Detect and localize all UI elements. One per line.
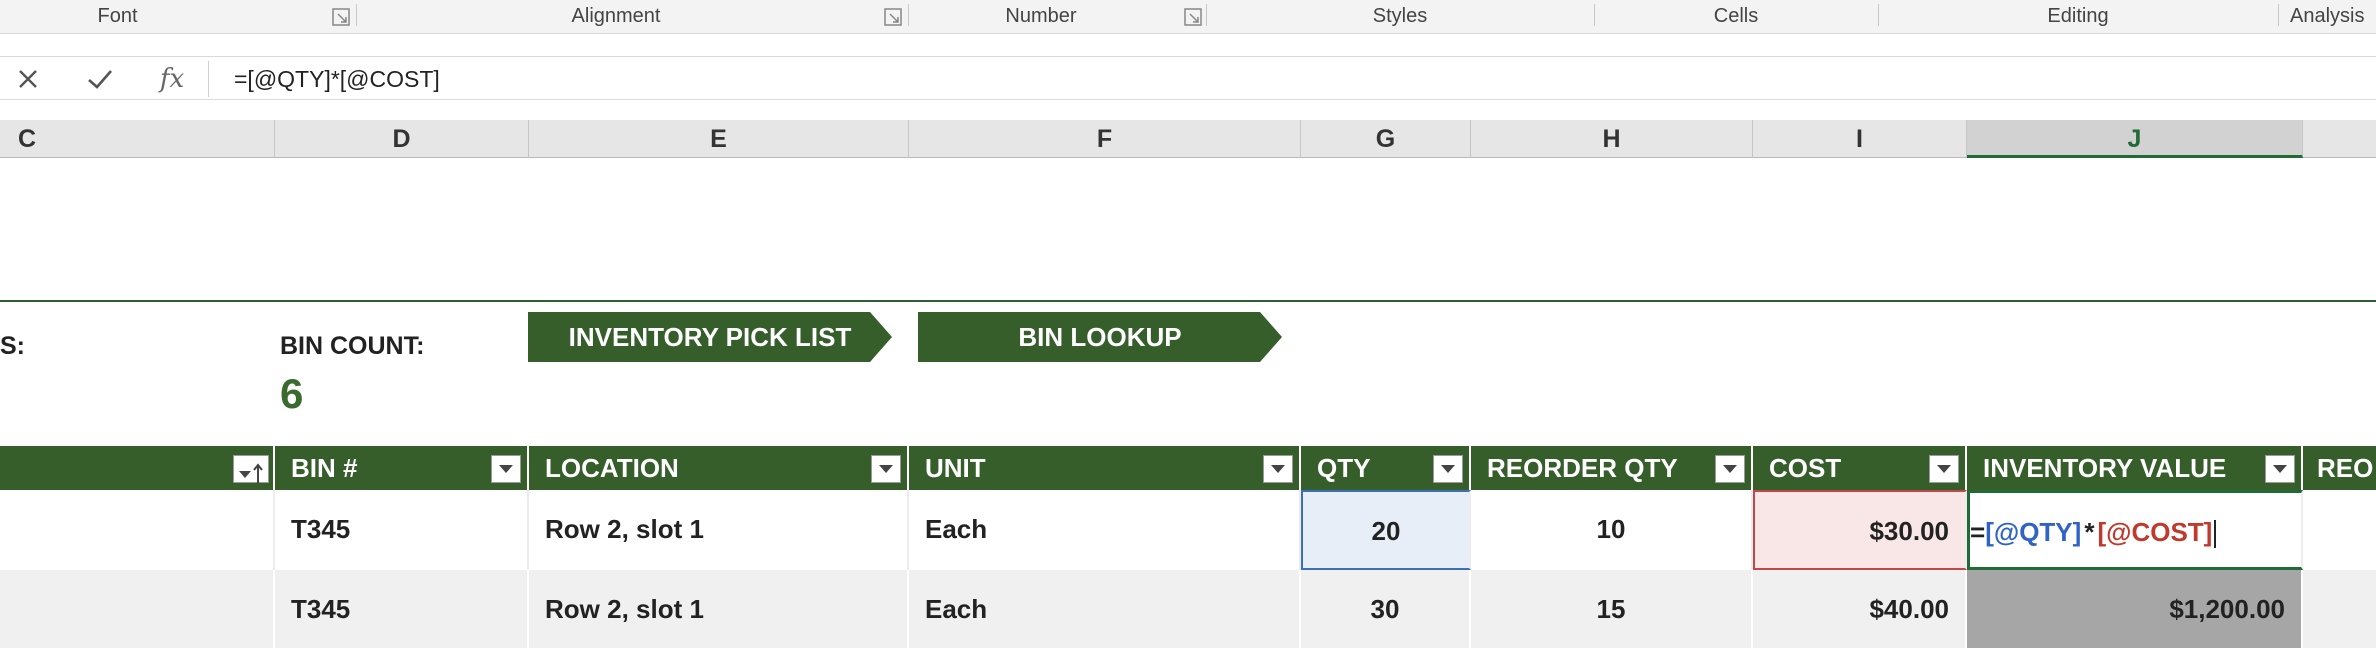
- table-cell-inventory-value-editing[interactable]: =[@QTY] * [@COST]: [1967, 490, 2303, 570]
- table-header-location: LOCATION: [529, 446, 909, 490]
- column-header-next[interactable]: [2303, 120, 2376, 158]
- table-header-inventory-value: INVENTORY VALUE: [1967, 446, 2303, 490]
- filter-dropdown-button[interactable]: [1929, 455, 1959, 483]
- table-cell[interactable]: [2303, 570, 2376, 648]
- section-divider: [0, 300, 2376, 302]
- filter-dropdown-button[interactable]: [1263, 455, 1293, 483]
- cancel-formula-button[interactable]: [8, 61, 48, 97]
- enter-formula-button[interactable]: [80, 61, 120, 97]
- table-cell[interactable]: [0, 570, 275, 648]
- ribbon-group-number: Number: [1005, 5, 1077, 27]
- table-cell-unit[interactable]: Each: [909, 490, 1301, 570]
- ribbon-group-alignment: Alignment: [571, 5, 661, 27]
- header-label: QTY: [1317, 453, 1371, 483]
- ribbon-group-font: Font: [97, 5, 138, 27]
- ribbon-separator: [2278, 4, 2279, 26]
- table-cell-cost-referenced[interactable]: $30.00: [1753, 490, 1967, 570]
- table-header-reorder-truncated: REO: [2303, 446, 2376, 490]
- table-header-bin: BIN #: [275, 446, 529, 490]
- sort-filter-button[interactable]: [233, 455, 269, 483]
- table-cell-reorder-qty[interactable]: 10: [1471, 490, 1753, 570]
- column-header-e[interactable]: E: [529, 120, 909, 158]
- table-cell-unit[interactable]: Each: [909, 570, 1301, 648]
- bin-lookup-button[interactable]: BIN LOOKUP: [918, 312, 1282, 362]
- formula-ref-cost: [@COST]: [2097, 517, 2213, 547]
- filter-dropdown-button[interactable]: [871, 455, 901, 483]
- ribbon-group-cells: Cells: [1713, 5, 1759, 27]
- header-label: COST: [1769, 453, 1842, 483]
- header-label: UNIT: [925, 453, 986, 483]
- insert-function-button[interactable]: fx: [152, 61, 192, 97]
- table-header-first: [0, 446, 275, 490]
- table-row: T345 Row 2, slot 1 Each 20 10 $30.00 =[@…: [0, 490, 2376, 570]
- filter-dropdown-button[interactable]: [1715, 455, 1745, 483]
- table-cell-cost[interactable]: $40.00: [1753, 570, 1967, 648]
- header-label: INVENTORY VALUE: [1983, 453, 2227, 483]
- close-icon: [19, 70, 37, 88]
- column-header-d[interactable]: D: [275, 120, 529, 158]
- table-header-unit: UNIT: [909, 446, 1301, 490]
- sort-descending-icon: [239, 463, 263, 483]
- filter-dropdown-button[interactable]: [2265, 455, 2295, 483]
- formula-bar: fx =[@QTY]*[@COST]: [0, 56, 2376, 100]
- formula-ref-qty: [@QTY]: [1985, 517, 2082, 547]
- table-cell-qty[interactable]: 30: [1301, 570, 1471, 648]
- table-cell-bin[interactable]: T345: [275, 490, 529, 570]
- column-header-h[interactable]: H: [1471, 120, 1753, 158]
- check-icon: [88, 70, 112, 89]
- table-header-cost: COST: [1753, 446, 1967, 490]
- ribbon-group-analysis: Analysis: [2290, 5, 2365, 27]
- formula-operator: *: [2084, 517, 2095, 547]
- filter-dropdown-button[interactable]: [491, 455, 521, 483]
- column-header-g[interactable]: G: [1301, 120, 1471, 158]
- filter-dropdown-button[interactable]: [1433, 455, 1463, 483]
- bin-count-value: 6: [280, 370, 304, 417]
- dialog-launcher-icon[interactable]: [332, 8, 350, 26]
- header-label: BIN #: [291, 453, 358, 483]
- table-cell-location[interactable]: Row 2, slot 1: [529, 490, 909, 570]
- table-cell-qty-referenced[interactable]: 20: [1301, 490, 1471, 570]
- ribbon-group-editing: Editing: [2047, 5, 2109, 27]
- column-header-f[interactable]: F: [909, 120, 1301, 158]
- header-label: REO: [2317, 453, 2374, 483]
- table-cell-location[interactable]: Row 2, slot 1: [529, 570, 909, 648]
- table-cell-reorder-qty[interactable]: 15: [1471, 570, 1753, 648]
- header-label: REORDER QTY: [1487, 453, 1678, 483]
- ribbon-group-labels: Font Alignment Number Styles Cells Editi…: [0, 0, 2376, 34]
- column-header-c[interactable]: C: [0, 120, 275, 158]
- header-label: LOCATION: [545, 453, 679, 483]
- table-cell-bin[interactable]: T345: [275, 570, 529, 648]
- table-row: T345 Row 2, slot 1 Each 30 15 $40.00 $1,…: [0, 570, 2376, 648]
- ribbon-group-styles: Styles: [1372, 5, 1428, 27]
- dialog-launcher-icon[interactable]: [884, 8, 902, 26]
- column-header-i[interactable]: I: [1753, 120, 1967, 158]
- inventory-pick-list-button[interactable]: INVENTORY PICK LIST: [528, 312, 892, 362]
- dialog-launcher-icon[interactable]: [1184, 8, 1202, 26]
- formula-equals: =: [1970, 517, 1986, 547]
- formula-input[interactable]: =[@QTY]*[@COST]: [234, 57, 440, 101]
- table-cell[interactable]: [0, 490, 275, 570]
- text-cursor: [2214, 520, 2217, 549]
- table-header-reorder-qty: REORDER QTY: [1471, 446, 1753, 490]
- table-cell[interactable]: [2303, 490, 2376, 570]
- truncated-label: S:: [0, 332, 25, 360]
- formula-bar-divider: [208, 61, 209, 97]
- table-cell-inventory-value[interactable]: $1,200.00: [1967, 570, 2303, 648]
- column-header-j[interactable]: J: [1967, 120, 2303, 158]
- table-header-qty: QTY: [1301, 446, 1471, 490]
- bin-count-label: BIN COUNT:: [280, 332, 425, 360]
